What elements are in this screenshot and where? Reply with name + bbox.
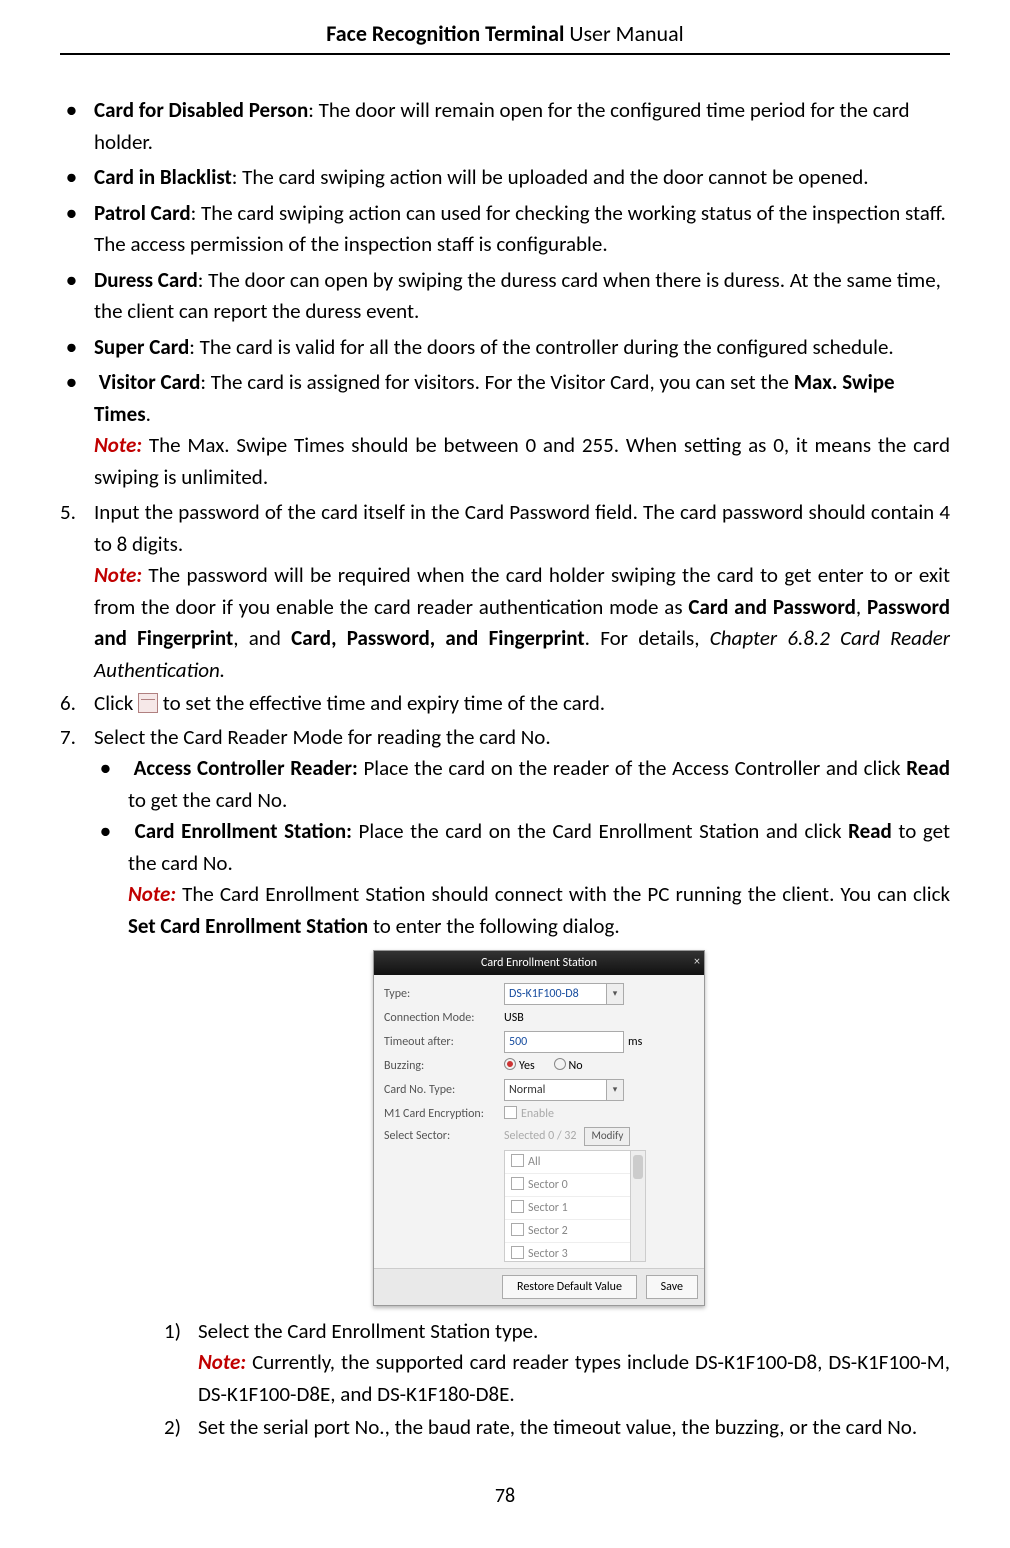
bullet-item: Patrol Card: The card swiping action can…	[94, 198, 950, 261]
select-sector-label: Select Sector:	[384, 1127, 504, 1145]
substep-2: 2) Set the serial port No., the baud rat…	[164, 1412, 950, 1444]
restore-button[interactable]: Restore Default Value	[502, 1275, 637, 1299]
m1-enable-checkbox[interactable]: Enable	[504, 1105, 554, 1123]
buzzing-yes-radio[interactable]: Yes	[504, 1057, 535, 1075]
bullet-item: Super Card: The card is valid for all th…	[94, 332, 950, 364]
chevron-down-icon: ▾	[606, 983, 624, 1005]
chevron-down-icon: ▾	[606, 1079, 624, 1101]
step-5: 5. Input the password of the card itself…	[60, 497, 950, 686]
step-6: 6. Click to set the effective time and e…	[60, 688, 950, 720]
header-title-rest: User Manual	[564, 20, 683, 47]
ces-note: Note: The Card Enrollment Station should…	[128, 879, 950, 942]
card-type-list: Card for Disabled Person: The door will …	[94, 95, 950, 493]
sector-row: Sector 3	[505, 1243, 645, 1262]
bullet-item: Card in Blacklist: The card swiping acti…	[94, 162, 950, 194]
timeout-input[interactable]: 500	[504, 1031, 624, 1053]
header-rule	[60, 53, 950, 55]
save-button[interactable]: Save	[646, 1275, 698, 1299]
bullet-item: Card for Disabled Person: The door will …	[94, 95, 950, 158]
cardno-type-label: Card No. Type:	[384, 1081, 504, 1099]
sector-row: Sector 0	[505, 1174, 645, 1197]
page-number: 78	[60, 1484, 950, 1508]
scrollbar[interactable]	[630, 1151, 645, 1261]
dialog-title: Card Enrollment Station	[481, 956, 597, 970]
calendar-icon	[138, 693, 158, 713]
timeout-label: Timeout after:	[384, 1033, 504, 1051]
bullet-item: Duress Card: The door can open by swipin…	[94, 265, 950, 328]
step-7: 7. Select the Card Reader Mode for readi…	[60, 722, 950, 1444]
type-select[interactable]: DS-K1F100-D8 ▾	[504, 983, 624, 1005]
connection-value: USB	[504, 1009, 524, 1027]
substep-1-note: Note: Currently, the supported card read…	[198, 1347, 950, 1410]
step5-note: Note: The password will be required when…	[94, 560, 950, 686]
select-sector-value: Selected 0 / 32	[504, 1127, 576, 1145]
header-title-bold: Face Recognition Terminal	[326, 20, 564, 47]
substep-1: 1) Select the Card Enrollment Station ty…	[164, 1316, 950, 1411]
cardno-type-select[interactable]: Normal ▾	[504, 1079, 624, 1101]
page-header: Face Recognition Terminal User Manual	[60, 20, 950, 53]
connection-label: Connection Mode:	[384, 1009, 504, 1027]
sector-row: Sector 1	[505, 1197, 645, 1220]
type-label: Type:	[384, 985, 504, 1003]
m1-label: M1 Card Encryption:	[384, 1105, 504, 1123]
sub-bullet: Access Controller Reader: Place the card…	[128, 753, 950, 816]
buzzing-label: Buzzing:	[384, 1057, 504, 1075]
dialog-titlebar: Card Enrollment Station ×	[374, 951, 704, 975]
sub-bullet: Card Enrollment Station: Place the card …	[128, 816, 950, 1444]
sector-row: All	[505, 1151, 645, 1174]
close-icon[interactable]: ×	[694, 953, 700, 971]
timeout-unit: ms	[628, 1033, 642, 1051]
card-enrollment-dialog: Card Enrollment Station × Type: DS-K1F10…	[373, 950, 705, 1306]
sector-list[interactable]: All Sector 0 Sector 1 Sector 2 Sector 3	[504, 1150, 646, 1262]
visitor-note: Note: The Max. Swipe Times should be bet…	[94, 430, 950, 493]
sector-row: Sector 2	[505, 1220, 645, 1243]
bullet-item-visitor: Visitor Card: The card is assigned for v…	[94, 367, 950, 493]
reader-mode-list: Access Controller Reader: Place the card…	[128, 753, 950, 1444]
buzzing-no-radio[interactable]: No	[554, 1057, 583, 1075]
modify-button[interactable]: Modify	[584, 1127, 630, 1146]
